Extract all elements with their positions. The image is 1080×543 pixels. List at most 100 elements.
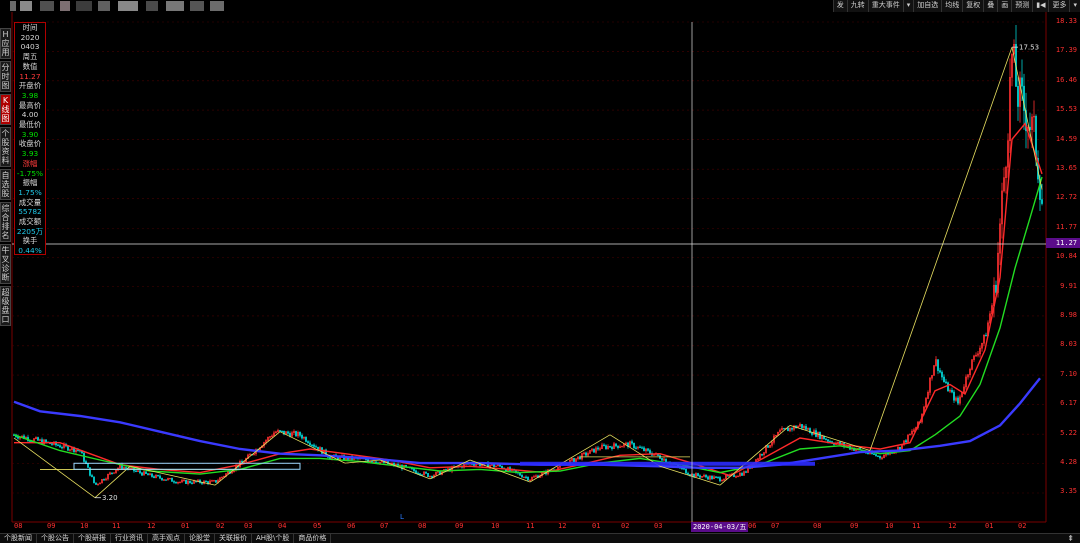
time-tick-label: 01 — [592, 522, 601, 530]
time-tick-label: 07 — [771, 522, 780, 530]
down-candle-body — [741, 473, 743, 476]
price-tick-label: 13.65 — [1055, 164, 1077, 172]
down-candle-body — [83, 452, 85, 462]
tab-related-quotes[interactable]: 关联报价 — [215, 534, 252, 543]
tab-commodity-prices[interactable]: 商品价格 — [294, 534, 332, 543]
tab-industry-news[interactable]: 行业资讯 — [111, 534, 148, 543]
tab-stock-announcements[interactable]: 个股公告 — [37, 534, 74, 543]
low-label: 最低价 — [18, 120, 42, 130]
support-band — [520, 461, 815, 466]
time-tick-label: 11 — [912, 522, 921, 530]
down-candle-body — [647, 448, 649, 451]
down-candle-body — [45, 439, 47, 443]
kline-chart[interactable]: 17.53 3.20 L — [0, 0, 1080, 533]
down-candle-body — [141, 472, 143, 476]
down-candle-body — [527, 476, 529, 481]
high-marker-label: 17.53 — [1019, 44, 1039, 52]
change-value: -1.75% — [16, 168, 44, 178]
down-candle-body — [617, 445, 619, 448]
down-candle-body — [615, 443, 617, 447]
time-tick-label: 04 — [278, 522, 287, 530]
price-tick-label: 9.91 — [1060, 281, 1077, 290]
down-candle-body — [153, 476, 155, 478]
down-candle-body — [957, 397, 959, 404]
down-candle-body — [693, 473, 695, 477]
tab-stock-research[interactable]: 个股研报 — [74, 534, 111, 543]
time-tick-label: 06 — [347, 522, 356, 530]
down-candle-body — [201, 482, 203, 484]
price-tick-label: 10.84 — [1055, 252, 1077, 261]
down-candle-body — [801, 424, 803, 429]
price-tick-label: 11.77 — [1055, 222, 1077, 231]
tab-stock-news[interactable]: 个股新闻 — [0, 534, 37, 543]
amplitude-label: 振幅 — [22, 178, 38, 188]
down-candle-body — [427, 473, 429, 478]
down-candle-body — [791, 427, 793, 430]
price-tick-label: 18.33 — [1055, 17, 1077, 25]
time-tick-label: 02 — [1018, 522, 1027, 530]
down-candle-body — [189, 480, 191, 484]
down-candle-body — [287, 431, 289, 434]
down-candle-body — [827, 439, 829, 442]
time-tick-label: 09 — [850, 522, 859, 530]
down-candle-body — [1017, 86, 1019, 107]
down-candle-body — [375, 461, 377, 464]
down-candle-body — [91, 475, 93, 478]
ma-mid-line — [13, 176, 1043, 475]
value-label: 数值 — [22, 61, 38, 71]
close-value: 3.93 — [21, 149, 39, 159]
open-label: 开盘价 — [18, 81, 42, 91]
down-candle-body — [711, 475, 713, 480]
crosshair-date-label: 2020-04-03/五 — [691, 522, 749, 532]
down-candle-body — [1035, 115, 1037, 159]
price-tick-label: 17.39 — [1055, 46, 1077, 55]
down-candle-body — [745, 471, 747, 473]
turnover-rate-value: 0.44% — [18, 246, 42, 256]
down-candle-body — [67, 445, 69, 451]
ma-short-line — [14, 122, 1043, 477]
down-candle-body — [175, 481, 177, 484]
price-scale[interactable]: 18.33 17.39 16.46 15.53 14.59 13.65 12.72 11.77… — [1045, 12, 1080, 522]
price-tick-label: 6.17 — [1060, 399, 1077, 408]
down-candle-body — [415, 470, 417, 474]
time-tick-label: 08 — [418, 522, 427, 530]
time-tick-label: 02 — [621, 522, 630, 530]
trend-line — [719, 425, 791, 486]
down-candle-body — [635, 447, 637, 449]
down-candle-body — [661, 458, 663, 461]
down-candle-body — [159, 475, 161, 479]
down-candle-body — [953, 391, 955, 401]
down-candle-body — [51, 443, 53, 445]
time-tick-label: 08 — [813, 522, 822, 530]
price-tick-label: 5.22 — [1060, 428, 1077, 437]
down-candle-body — [825, 438, 827, 441]
down-candle-body — [473, 464, 475, 466]
down-candle-body — [309, 442, 311, 446]
close-label: 收盘价 — [18, 139, 42, 149]
price-tick-label: 4.28 — [1060, 458, 1077, 466]
down-candle-body — [147, 473, 149, 476]
bar-info-panel: 时间 2020 0403 周五 数值 11.27 开盘价 3.98 最高价 4.… — [14, 22, 46, 255]
time-axis[interactable]: 08 09 10 11 12 01 02 03 04 05 06 07 08 09 10 11 12 01 02 03… — [0, 522, 1045, 532]
down-candle-body — [305, 436, 307, 442]
scroll-up-icon[interactable]: ⇞ — [1067, 534, 1074, 543]
down-candle-body — [783, 428, 785, 430]
price-tick-label: 7.10 — [1060, 369, 1077, 378]
low-value: 3.90 — [21, 129, 39, 139]
price-tick-label: 3.35 — [1060, 487, 1077, 496]
time-tick-label: 01 — [181, 522, 190, 530]
down-candle-body — [873, 453, 875, 455]
tab-forum[interactable]: 论股堂 — [185, 534, 215, 543]
down-candle-body — [597, 447, 599, 450]
down-candle-body — [281, 430, 283, 433]
tab-expert-views[interactable]: 高手观点 — [148, 534, 185, 543]
down-candle-body — [585, 452, 587, 456]
low-marker-label: 3.20 — [102, 494, 118, 502]
turnover-label: 成交额 — [18, 217, 42, 227]
tab-ah-stocks[interactable]: AH股\个股 — [252, 534, 295, 543]
down-candle-body — [995, 284, 997, 293]
year-value: 2020 — [20, 32, 40, 42]
down-candle-body — [315, 446, 317, 448]
selection-box — [73, 462, 301, 470]
down-candle-body — [877, 455, 879, 457]
